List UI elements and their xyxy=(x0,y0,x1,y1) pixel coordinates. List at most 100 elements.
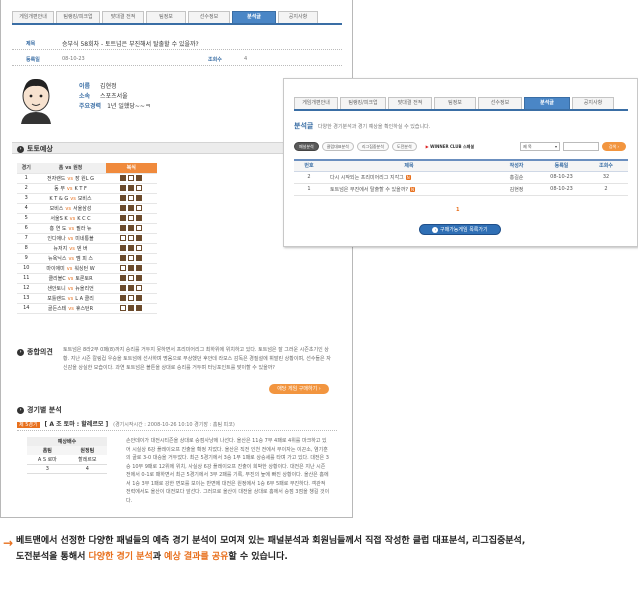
pick-checkbox[interactable] xyxy=(120,254,127,261)
pick-checkbox[interactable] xyxy=(136,264,143,271)
pick-checkbox[interactable] xyxy=(120,214,127,221)
tab-player-info[interactable]: 선수정보 xyxy=(478,97,522,109)
pick-checkbox[interactable] xyxy=(136,194,143,201)
tab-notice[interactable]: 공지사항 xyxy=(572,97,614,109)
tab-team-ranking[interactable]: 팀랭킹/피크업 xyxy=(340,97,386,109)
pick-checkbox[interactable] xyxy=(120,184,127,191)
header-date: 등록일 xyxy=(539,159,584,172)
pick-checkbox[interactable] xyxy=(136,184,143,191)
list-row[interactable]: 2 다시 시작되는 프리미어리그 지각그 N 홍길순 08-10-23 32 xyxy=(294,171,628,184)
tab-player-info[interactable]: 선수정보 xyxy=(188,11,230,23)
prediction-row: 3K T & Gvs 모비스 xyxy=(17,193,157,204)
list-row[interactable]: 1 토트넘은 부진에서 탈출할 수 있을까? N 김현정 08-10-23 2 xyxy=(294,183,628,196)
row-number: 6 xyxy=(17,223,36,234)
pick-checkbox[interactable] xyxy=(128,194,135,201)
pick-checkbox[interactable] xyxy=(128,274,135,281)
search-button[interactable]: 검색 › xyxy=(602,142,626,151)
pick-checkbox[interactable] xyxy=(120,234,127,241)
profile-name: 김현정 xyxy=(100,83,117,90)
pick-checkbox[interactable] xyxy=(120,174,127,181)
pick-checkbox[interactable] xyxy=(128,254,135,261)
search-type-select[interactable]: 제 목 ▾ xyxy=(520,142,560,151)
row-matchup: 동 부 vs K T F xyxy=(35,183,106,194)
tab-game-guide[interactable]: 게임개편안내 xyxy=(294,97,338,109)
pick-checkbox[interactable] xyxy=(136,214,143,221)
header-matchup: 홈 vs 원정 xyxy=(35,163,106,174)
tab-analysis[interactable]: 분석글 xyxy=(524,97,570,109)
pick-checkbox[interactable] xyxy=(136,224,143,231)
analysis-text: 손안데이가 대전시티즌을 상대로 승점사냥에 나선다. 올산은 11승 7무 4… xyxy=(126,438,330,504)
tab-team-info[interactable]: 팀정보 xyxy=(146,11,186,23)
pick-checkbox[interactable] xyxy=(120,204,127,211)
buy-game-button[interactable]: 애당 게임 구매하기 › xyxy=(269,384,329,394)
vs-label: vs xyxy=(67,295,74,302)
pick-checkbox[interactable] xyxy=(128,294,135,301)
pick-checkbox[interactable] xyxy=(136,304,143,311)
odds-table: 예상배수 홈팀 원정팀 A S 로마 할레르모 3 4 xyxy=(27,437,107,474)
pick-checkbox[interactable] xyxy=(136,294,143,301)
filter-club[interactable]: 클럽대표분석 xyxy=(321,142,354,151)
pick-checkbox[interactable] xyxy=(136,274,143,281)
buyable-games-button[interactable]: › 구매가능게임 목록가기 xyxy=(419,224,501,235)
pick-checkbox[interactable] xyxy=(120,244,127,251)
pick-checkbox[interactable] xyxy=(128,224,135,231)
pick-checkbox[interactable] xyxy=(120,294,127,301)
row-title[interactable]: 다시 시작되는 프리미어리그 지각그 N xyxy=(324,171,494,184)
pick-checkbox[interactable] xyxy=(128,204,135,211)
vs-label: vs xyxy=(68,225,75,232)
filter-panel[interactable]: 패널분석 xyxy=(294,142,319,151)
name-label: 이름 xyxy=(79,83,91,90)
tab-head-to-head[interactable]: 맞대결 전적 xyxy=(102,11,144,23)
tab-team-info[interactable]: 팀정보 xyxy=(434,97,476,109)
pick-checkbox[interactable] xyxy=(120,194,127,201)
chevron-down-icon: ▾ xyxy=(554,144,557,149)
profile-affil: 스포츠서울 xyxy=(100,93,128,100)
pick-checkbox[interactable] xyxy=(136,174,143,181)
pick-checkbox[interactable] xyxy=(136,234,143,241)
bullet-icon: › xyxy=(17,406,24,414)
prediction-row: 14 골든스테 vs 휴스턴R xyxy=(17,303,157,314)
pagination-current[interactable]: 1 xyxy=(456,207,459,213)
row-picks xyxy=(105,273,157,284)
search-input[interactable] xyxy=(563,142,599,151)
pick-checkbox[interactable] xyxy=(136,204,143,211)
tab-team-ranking[interactable]: 팀랭킹/피크업 xyxy=(56,11,100,23)
pick-checkbox[interactable] xyxy=(128,304,135,311)
pick-checkbox[interactable] xyxy=(120,224,127,231)
header-title: 제목 xyxy=(324,159,494,172)
pick-checkbox[interactable] xyxy=(120,274,127,281)
row-number: 5 xyxy=(17,213,36,224)
pick-checkbox[interactable] xyxy=(128,264,135,271)
pick-checkbox[interactable] xyxy=(128,244,135,251)
pick-checkbox[interactable] xyxy=(128,284,135,291)
tab-notice[interactable]: 공지사항 xyxy=(278,11,318,23)
arrow-right-icon: › xyxy=(432,226,439,233)
pick-checkbox[interactable] xyxy=(128,214,135,221)
row-date: 08-10-23 xyxy=(539,171,584,184)
tab-head-to-head[interactable]: 맞대결 전적 xyxy=(388,97,432,109)
pick-checkbox[interactable] xyxy=(120,304,127,311)
pick-checkbox[interactable] xyxy=(128,234,135,241)
row-number: 10 xyxy=(17,263,36,274)
tab-game-guide[interactable]: 게임개편안내 xyxy=(12,11,54,23)
pick-checkbox[interactable] xyxy=(136,254,143,261)
new-badge: N xyxy=(410,186,416,192)
pick-checkbox[interactable] xyxy=(120,284,127,291)
prediction-row: 11 클리블C vs 토론토R xyxy=(17,273,157,284)
pick-checkbox[interactable] xyxy=(128,184,135,191)
pick-checkbox[interactable] xyxy=(136,244,143,251)
row-number: 2 xyxy=(17,183,36,194)
list-heading-title: 분석글 xyxy=(294,122,314,130)
prediction-row: 6흥 연 도 vs 필라 뉴 xyxy=(17,223,157,234)
winner-club-label[interactable]: ▶ WINNER CLUB 스페셜 xyxy=(426,144,474,150)
pick-checkbox[interactable] xyxy=(128,174,135,181)
filter-league[interactable]: 리그집중분석 xyxy=(356,142,389,151)
filter-challenge[interactable]: 도전분석 xyxy=(391,142,417,151)
pick-checkbox[interactable] xyxy=(136,284,143,291)
home-team: 인디애나 xyxy=(47,235,66,242)
tab-analysis[interactable]: 분석글 xyxy=(232,11,276,23)
row-matchup: 서울S Kvs K C C xyxy=(35,213,106,224)
pick-checkbox[interactable] xyxy=(120,264,127,271)
caption-highlight-1: 다양한 경기 분석 xyxy=(88,552,153,562)
row-title[interactable]: 토트넘은 부진에서 탈출할 수 있을까? N xyxy=(324,183,494,196)
